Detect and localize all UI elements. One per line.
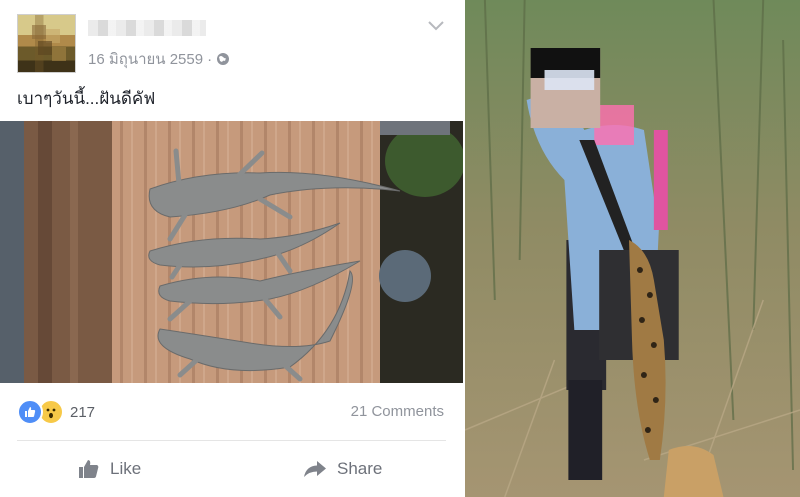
avatar[interactable]	[17, 14, 76, 73]
facebook-post: 16 มิถุนายน 2559· เบาๆวันนี้...ฝันดีคัฟ	[0, 0, 463, 497]
share-button[interactable]: Share	[303, 459, 382, 479]
post-meta: 16 มิถุนายน 2559 ·	[88, 47, 230, 71]
author-name-blurred[interactable]	[88, 20, 206, 36]
side-photo	[463, 0, 800, 497]
meta-separator: ·	[207, 51, 213, 68]
reaction-count: 217	[70, 403, 96, 421]
actions-divider	[17, 440, 446, 441]
share-arrow-icon	[304, 461, 326, 477]
thumbs-up-icon	[17, 399, 43, 425]
comments-count-link[interactable]: 21 Comments	[351, 403, 444, 420]
post-date[interactable]: 16 มิถุนายน 2559	[88, 51, 203, 68]
thumbs-up-icon	[79, 460, 99, 478]
share-button-label: Share	[337, 459, 383, 478]
post-photo[interactable]	[0, 121, 463, 383]
like-button-label: Like	[110, 459, 142, 478]
post-status-text: เบาๆวันนี้...ฝันดีคัฟ	[17, 89, 156, 108]
like-button[interactable]: Like	[78, 459, 141, 479]
reactions-summary[interactable]: 217	[17, 399, 96, 425]
chevron-down-icon[interactable]	[427, 18, 445, 32]
globe-icon[interactable]	[216, 52, 230, 70]
